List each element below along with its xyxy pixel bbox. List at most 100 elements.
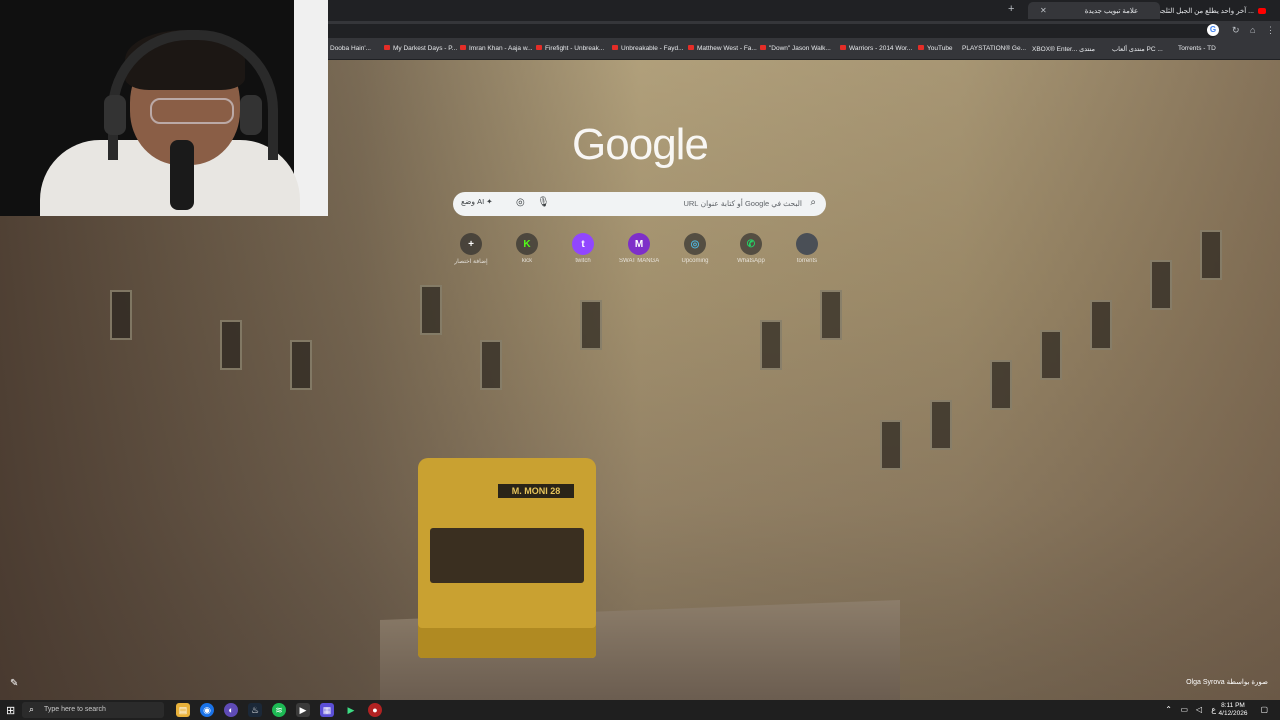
search-placeholder: البحث في Google أو كتابة عنوان URL bbox=[683, 199, 802, 208]
twitch-icon: t bbox=[572, 233, 594, 255]
shortcut-kick[interactable]: K kick bbox=[507, 233, 547, 264]
youtube-icon bbox=[536, 45, 542, 50]
ai-mode-button[interactable]: وضع AI ✦ bbox=[461, 197, 493, 211]
building-window bbox=[220, 320, 242, 370]
youtube-icon bbox=[612, 45, 618, 50]
steam-icon[interactable]: ♨ bbox=[248, 703, 262, 717]
bookmark-item[interactable]: Imran Khan - Aaja w... bbox=[460, 45, 533, 52]
google-logo: Google bbox=[572, 120, 709, 169]
building-window bbox=[420, 285, 442, 335]
youtube-icon bbox=[460, 45, 466, 50]
building-window bbox=[1090, 300, 1112, 350]
photo-credit-link[interactable]: صورة بواسطة Olga Syrova bbox=[1186, 678, 1268, 686]
close-tab-icon[interactable]: ✕ bbox=[1040, 6, 1047, 15]
building-window bbox=[880, 420, 902, 470]
bookmark-item[interactable]: PLAYSTATION® Ge... bbox=[962, 45, 1026, 52]
building-window bbox=[480, 340, 502, 390]
microphone bbox=[170, 140, 194, 210]
shortcut-upcoming[interactable]: ◎ Upcoming bbox=[675, 233, 715, 264]
youtube-icon bbox=[760, 45, 766, 50]
bookmark-item[interactable]: Torrents - TD bbox=[1178, 45, 1216, 52]
ai-mode-label: وضع AI bbox=[461, 197, 485, 206]
swat-manga-icon: M bbox=[628, 233, 650, 255]
building-window bbox=[1150, 260, 1172, 310]
building-window bbox=[930, 400, 952, 450]
building-window bbox=[820, 290, 842, 340]
building-window bbox=[290, 340, 312, 390]
upcoming-icon: ◎ bbox=[684, 233, 706, 255]
torrents-icon bbox=[796, 233, 818, 255]
bookmark-item[interactable]: Warriors - 2014 Wor... bbox=[840, 45, 912, 52]
tab-strip: آخر واحد يطلع من الجبل الثلجي ... ✕ علام… bbox=[328, 0, 1280, 21]
bookmark-item[interactable]: منتدى ألعاب PC ... bbox=[1112, 45, 1163, 53]
shortcut-torrents[interactable]: torrents bbox=[787, 233, 827, 264]
file-explorer-icon[interactable]: ▤ bbox=[176, 703, 190, 717]
calculator-icon[interactable]: ▦ bbox=[320, 703, 334, 717]
webcam-overlay bbox=[0, 0, 328, 216]
app-icon[interactable]: ▶ bbox=[296, 703, 310, 717]
windows-taskbar: ⊞ ⌕ Type here to search ▤ ◉ ◐ ♨ ≋ ▶ ▦ ▶ … bbox=[0, 700, 1280, 720]
webcam-wall bbox=[294, 0, 328, 216]
bookmark-item[interactable]: XBOX® Enter... منتدى bbox=[1032, 45, 1095, 53]
network-icon[interactable]: ▭ bbox=[1180, 705, 1188, 714]
youtube-icon bbox=[688, 45, 694, 50]
shortcut-whatsapp[interactable]: ✆ WhatsApp bbox=[731, 233, 771, 264]
bookmark-item[interactable]: Matthew West - Fa... bbox=[688, 45, 757, 52]
building-window bbox=[760, 320, 782, 370]
tab-video[interactable]: آخر واحد يطلع من الجبل الثلجي ... bbox=[1149, 2, 1272, 19]
home-icon[interactable]: ⌂ bbox=[1250, 25, 1255, 35]
new-tab-button[interactable]: + bbox=[1008, 3, 1014, 15]
search-box[interactable]: ⌕ البحث في Google أو كتابة عنوان URL 🎙 ◎… bbox=[453, 192, 826, 216]
kick-icon: K bbox=[516, 233, 538, 255]
tray-arrow-icon[interactable]: ⌃ bbox=[1165, 705, 1172, 714]
menu-icon[interactable]: ⋮ bbox=[1266, 25, 1275, 36]
bookmark-item[interactable]: Unbreakable - Fayd... bbox=[612, 45, 684, 52]
youtube-icon bbox=[384, 45, 390, 50]
notification-icon[interactable]: ▢ bbox=[1260, 705, 1268, 714]
bookmark-item[interactable]: "Down" Jason Walk... bbox=[760, 45, 831, 52]
reload-icon[interactable]: ↻ bbox=[1232, 25, 1240, 36]
spotify-icon[interactable]: ≋ bbox=[272, 703, 286, 717]
youtube-icon bbox=[840, 45, 846, 50]
tram-sign: M. MONI 28 bbox=[498, 484, 574, 498]
tab-new-tab[interactable]: ✕ علامة تبويب جديدة bbox=[1028, 2, 1160, 19]
chrome-icon[interactable]: ◉ bbox=[200, 703, 214, 717]
building-window bbox=[1040, 330, 1062, 380]
headset-earcup bbox=[104, 95, 126, 135]
volume-icon[interactable]: ◁ bbox=[1196, 705, 1202, 714]
clock[interactable]: 8:11 PM 4/12/2026 bbox=[1218, 702, 1248, 718]
building-window bbox=[1200, 230, 1222, 280]
headset-earcup bbox=[240, 95, 262, 135]
voice-search-icon[interactable]: 🎙 bbox=[537, 197, 550, 208]
plus-icon: + bbox=[460, 233, 482, 255]
whatsapp-icon: ✆ bbox=[740, 233, 762, 255]
lens-icon[interactable]: ◎ bbox=[516, 197, 525, 208]
obs-icon[interactable]: ● bbox=[368, 703, 382, 717]
shortcut-swat-manga[interactable]: M SWAT MANGA bbox=[619, 233, 659, 264]
tab-new-tab-label: علامة تبويب جديدة bbox=[1084, 7, 1139, 15]
windows-start-icon[interactable]: ⊞ bbox=[6, 704, 15, 717]
taskbar-search-placeholder: Type here to search bbox=[44, 706, 106, 713]
taskbar-search[interactable]: ⌕ Type here to search bbox=[22, 702, 164, 718]
address-bar: G ↻ ⌂ ⋮ bbox=[328, 21, 1280, 41]
shortcut-twitch[interactable]: t twitch bbox=[563, 233, 603, 264]
media-player-icon[interactable]: ▶ bbox=[344, 703, 358, 717]
google-account-icon[interactable]: G bbox=[1207, 24, 1219, 36]
bookmarks-bar: Dooba Hain'... My Darkest Days - P... Im… bbox=[328, 41, 1280, 60]
shortcut-add[interactable]: + إضافة اختصار bbox=[451, 233, 491, 265]
omnibox[interactable] bbox=[328, 24, 1218, 38]
discord-icon[interactable]: ◐ bbox=[224, 703, 238, 717]
search-icon: ⌕ bbox=[29, 704, 35, 714]
building-window bbox=[580, 300, 602, 350]
youtube-icon bbox=[1258, 7, 1266, 14]
bookmark-item[interactable]: My Darkest Days - P... bbox=[384, 45, 457, 52]
building-window bbox=[110, 290, 132, 340]
tab-video-label: آخر واحد يطلع من الجبل الثلجي ... bbox=[1155, 7, 1254, 15]
bookmark-item[interactable]: YouTube bbox=[918, 45, 953, 52]
building-window bbox=[990, 360, 1012, 410]
bookmark-item[interactable]: Firefight - Unbreak... bbox=[536, 45, 604, 52]
bookmark-item[interactable]: Dooba Hain'... bbox=[330, 45, 371, 52]
language-indicator[interactable]: ع bbox=[1211, 705, 1216, 714]
search-icon: ⌕ bbox=[810, 197, 816, 208]
customize-pen-icon[interactable]: ✎ bbox=[10, 678, 18, 689]
